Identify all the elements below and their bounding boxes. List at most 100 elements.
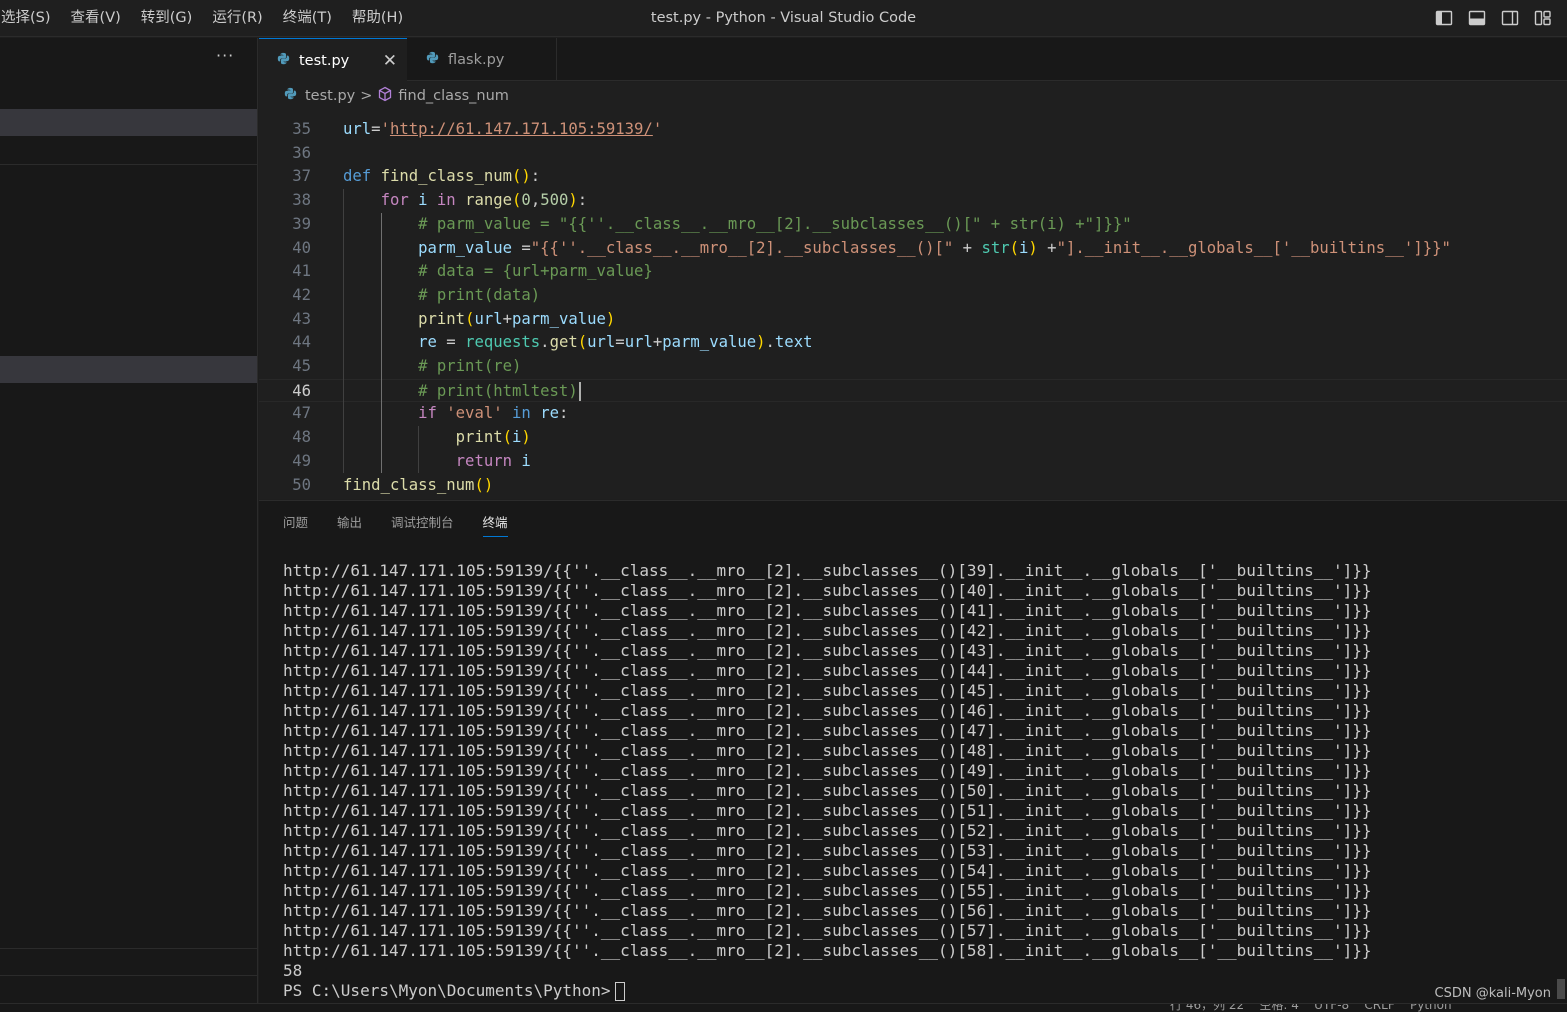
indent-guide xyxy=(380,212,382,474)
menu-item[interactable]: 终端(T) xyxy=(273,0,342,37)
line-number: 49 xyxy=(292,451,311,470)
terminal-line: http://61.147.171.105:59139/{{''.__class… xyxy=(283,621,1372,640)
terminal-line: http://61.147.171.105:59139/{{''.__class… xyxy=(283,741,1372,760)
line-number: 44 xyxy=(292,333,311,352)
code-text: print(url+parm_value) xyxy=(418,309,616,328)
menu-item[interactable]: 运行(R) xyxy=(202,0,272,37)
code-line: 47 if 'eval' in re: xyxy=(259,402,1567,426)
line-number: 36 xyxy=(292,143,311,162)
code-text: parm_value ="{{''.__class__.__mro__[2]._… xyxy=(418,238,1451,257)
menu-item[interactable]: 转到(G) xyxy=(131,0,203,37)
python-file-icon xyxy=(426,51,439,68)
code-text: if 'eval' in re: xyxy=(418,404,569,423)
line-number: 35 xyxy=(292,120,311,138)
terminal-line: http://61.147.171.105:59139/{{''.__class… xyxy=(283,661,1372,680)
panel-tab[interactable]: 问题 xyxy=(283,513,308,537)
symbol-method-icon xyxy=(377,86,393,106)
explorer-sidebar: ··· xyxy=(0,38,258,1012)
code-line: 50 find_class_num() xyxy=(259,474,1567,498)
sidebar-selected-row[interactable] xyxy=(0,109,257,136)
terminal-cursor xyxy=(614,982,625,1001)
more-actions-icon[interactable]: ··· xyxy=(216,46,234,65)
code-line: 41 # data = {url+parm_value} xyxy=(259,260,1567,284)
close-icon[interactable]: ✕ xyxy=(383,51,397,71)
tab-test-py[interactable]: test.py ✕ xyxy=(259,38,407,82)
prompt-text: PS C:\Users\Myon\Documents\Python> xyxy=(283,981,611,1000)
tab-flask-py[interactable]: flask.py xyxy=(408,38,557,81)
terminal-line: http://61.147.171.105:59139/{{''.__class… xyxy=(283,821,1372,840)
line-number: 37 xyxy=(292,167,311,186)
code-text: find_class_num() xyxy=(343,475,494,494)
line-number: 48 xyxy=(292,428,311,447)
code-line: 49 return i xyxy=(259,450,1567,474)
code-text: def find_class_num(): xyxy=(343,167,541,186)
panel-tab[interactable]: 终端 xyxy=(482,513,508,537)
code-line: 37 def find_class_num(): xyxy=(259,165,1567,189)
code-line: 42 # print(data) xyxy=(259,284,1567,308)
terminal-prompt[interactable]: PS C:\Users\Myon\Documents\Python> xyxy=(283,981,1553,1001)
terminal-line: http://61.147.171.105:59139/{{''.__class… xyxy=(283,561,1372,580)
tab-label: flask.py xyxy=(448,51,505,68)
terminal-line: http://61.147.171.105:59139/{{''.__class… xyxy=(283,701,1372,720)
toggle-panel-icon[interactable] xyxy=(1467,8,1487,28)
python-file-icon xyxy=(277,52,290,69)
python-file-icon xyxy=(284,87,297,104)
panel-tab[interactable]: 调试控制台 xyxy=(391,513,454,537)
code-text: # data = {url+parm_value} xyxy=(418,262,653,281)
code-text: print(i) xyxy=(455,428,531,447)
line-number: 39 xyxy=(292,214,311,233)
code-text: # print(data) xyxy=(418,285,541,304)
breadcrumb-file[interactable]: test.py xyxy=(305,88,355,104)
line-number: 43 xyxy=(292,309,311,328)
panel-tabs: 问题 输出 调试控制台 终端 xyxy=(283,513,508,537)
terminal-line: http://61.147.171.105:59139/{{''.__class… xyxy=(283,581,1372,600)
code-text: # print(htmltest) xyxy=(343,380,581,404)
sidebar-selected-row[interactable] xyxy=(0,356,257,383)
terminal-line: http://61.147.171.105:59139/{{''.__class… xyxy=(283,641,1372,660)
menu-item[interactable]: 帮助(H) xyxy=(342,0,413,37)
terminal-line: http://61.147.171.105:59139/{{''.__class… xyxy=(283,801,1372,820)
code-text: # parm_value = "{{''.__class__.__mro__[2… xyxy=(418,214,1132,233)
sidebar-divider xyxy=(0,948,257,949)
terminal-line: http://61.147.171.105:59139/{{''.__class… xyxy=(283,681,1372,700)
layout-controls xyxy=(1434,8,1553,28)
toggle-primary-sidebar-icon[interactable] xyxy=(1434,8,1454,28)
terminal-line: http://61.147.171.105:59139/{{''.__class… xyxy=(283,861,1372,880)
bottom-panel: 问题 输出 调试控制台 终端 http://61.147.171.105:59139/… xyxy=(259,500,1567,1003)
menu-item[interactable]: 查看(V) xyxy=(61,0,131,37)
menu-bar: 选择(S) 查看(V) 转到(G) 运行(R) 终端(T) 帮助(H) xyxy=(0,0,413,37)
indent-guide xyxy=(343,189,344,474)
code-text: return i xyxy=(455,451,531,470)
terminal-line: 58 xyxy=(283,961,303,980)
code-line: 44 re = requests.get(url=url+parm_value)… xyxy=(259,331,1567,355)
line-number: 40 xyxy=(292,238,311,257)
status-bar: 行 46，列 22 空格: 4 UTF-8 CRLF Python xyxy=(0,1003,1567,1012)
status-text: 行 46，列 22 空格: 4 UTF-8 CRLF Python xyxy=(1170,1003,1452,1012)
line-number: 45 xyxy=(292,357,311,375)
line-number: 46 xyxy=(292,381,311,400)
code-line: 39 # parm_value = "{{''.__class__.__mro_… xyxy=(259,213,1567,237)
code-text: re = requests.get(url=url+parm_value).te… xyxy=(418,333,813,352)
terminal-line: http://61.147.171.105:59139/{{''.__class… xyxy=(283,601,1372,620)
toggle-secondary-sidebar-icon[interactable] xyxy=(1500,8,1520,28)
code-editor[interactable]: 35 url='http://61.147.171.105:59139/' 36 37… xyxy=(259,109,1567,499)
customize-layout-icon[interactable] xyxy=(1533,8,1553,28)
code-text: url='http://61.147.171.105:59139/' xyxy=(343,120,663,138)
menu-item[interactable]: 选择(S) xyxy=(0,0,61,37)
panel-tab[interactable]: 输出 xyxy=(337,513,362,537)
code-line: 48 print(i) xyxy=(259,426,1567,450)
breadcrumb: test.py > find_class_num xyxy=(259,82,1567,109)
terminal-line: http://61.147.171.105:59139/{{''.__class… xyxy=(283,761,1372,780)
terminal-scrollbar[interactable] xyxy=(1557,979,1565,999)
sidebar-divider xyxy=(0,975,257,976)
code-text: for i in range(0,500): xyxy=(380,191,588,210)
terminal-line: http://61.147.171.105:59139/{{''.__class… xyxy=(283,781,1372,800)
code-line: 35 url='http://61.147.171.105:59139/' xyxy=(259,118,1567,142)
code-line: 36 xyxy=(259,142,1567,166)
code-line: 43 print(url+parm_value) xyxy=(259,308,1567,332)
code-line: 45 # print(re) xyxy=(259,355,1567,379)
terminal-line: http://61.147.171.105:59139/{{''.__class… xyxy=(283,901,1372,920)
breadcrumb-symbol[interactable]: find_class_num xyxy=(398,88,509,104)
terminal[interactable]: http://61.147.171.105:59139/{{''.__class… xyxy=(283,561,1553,1001)
code-line: 38 for i in range(0,500): xyxy=(259,189,1567,213)
